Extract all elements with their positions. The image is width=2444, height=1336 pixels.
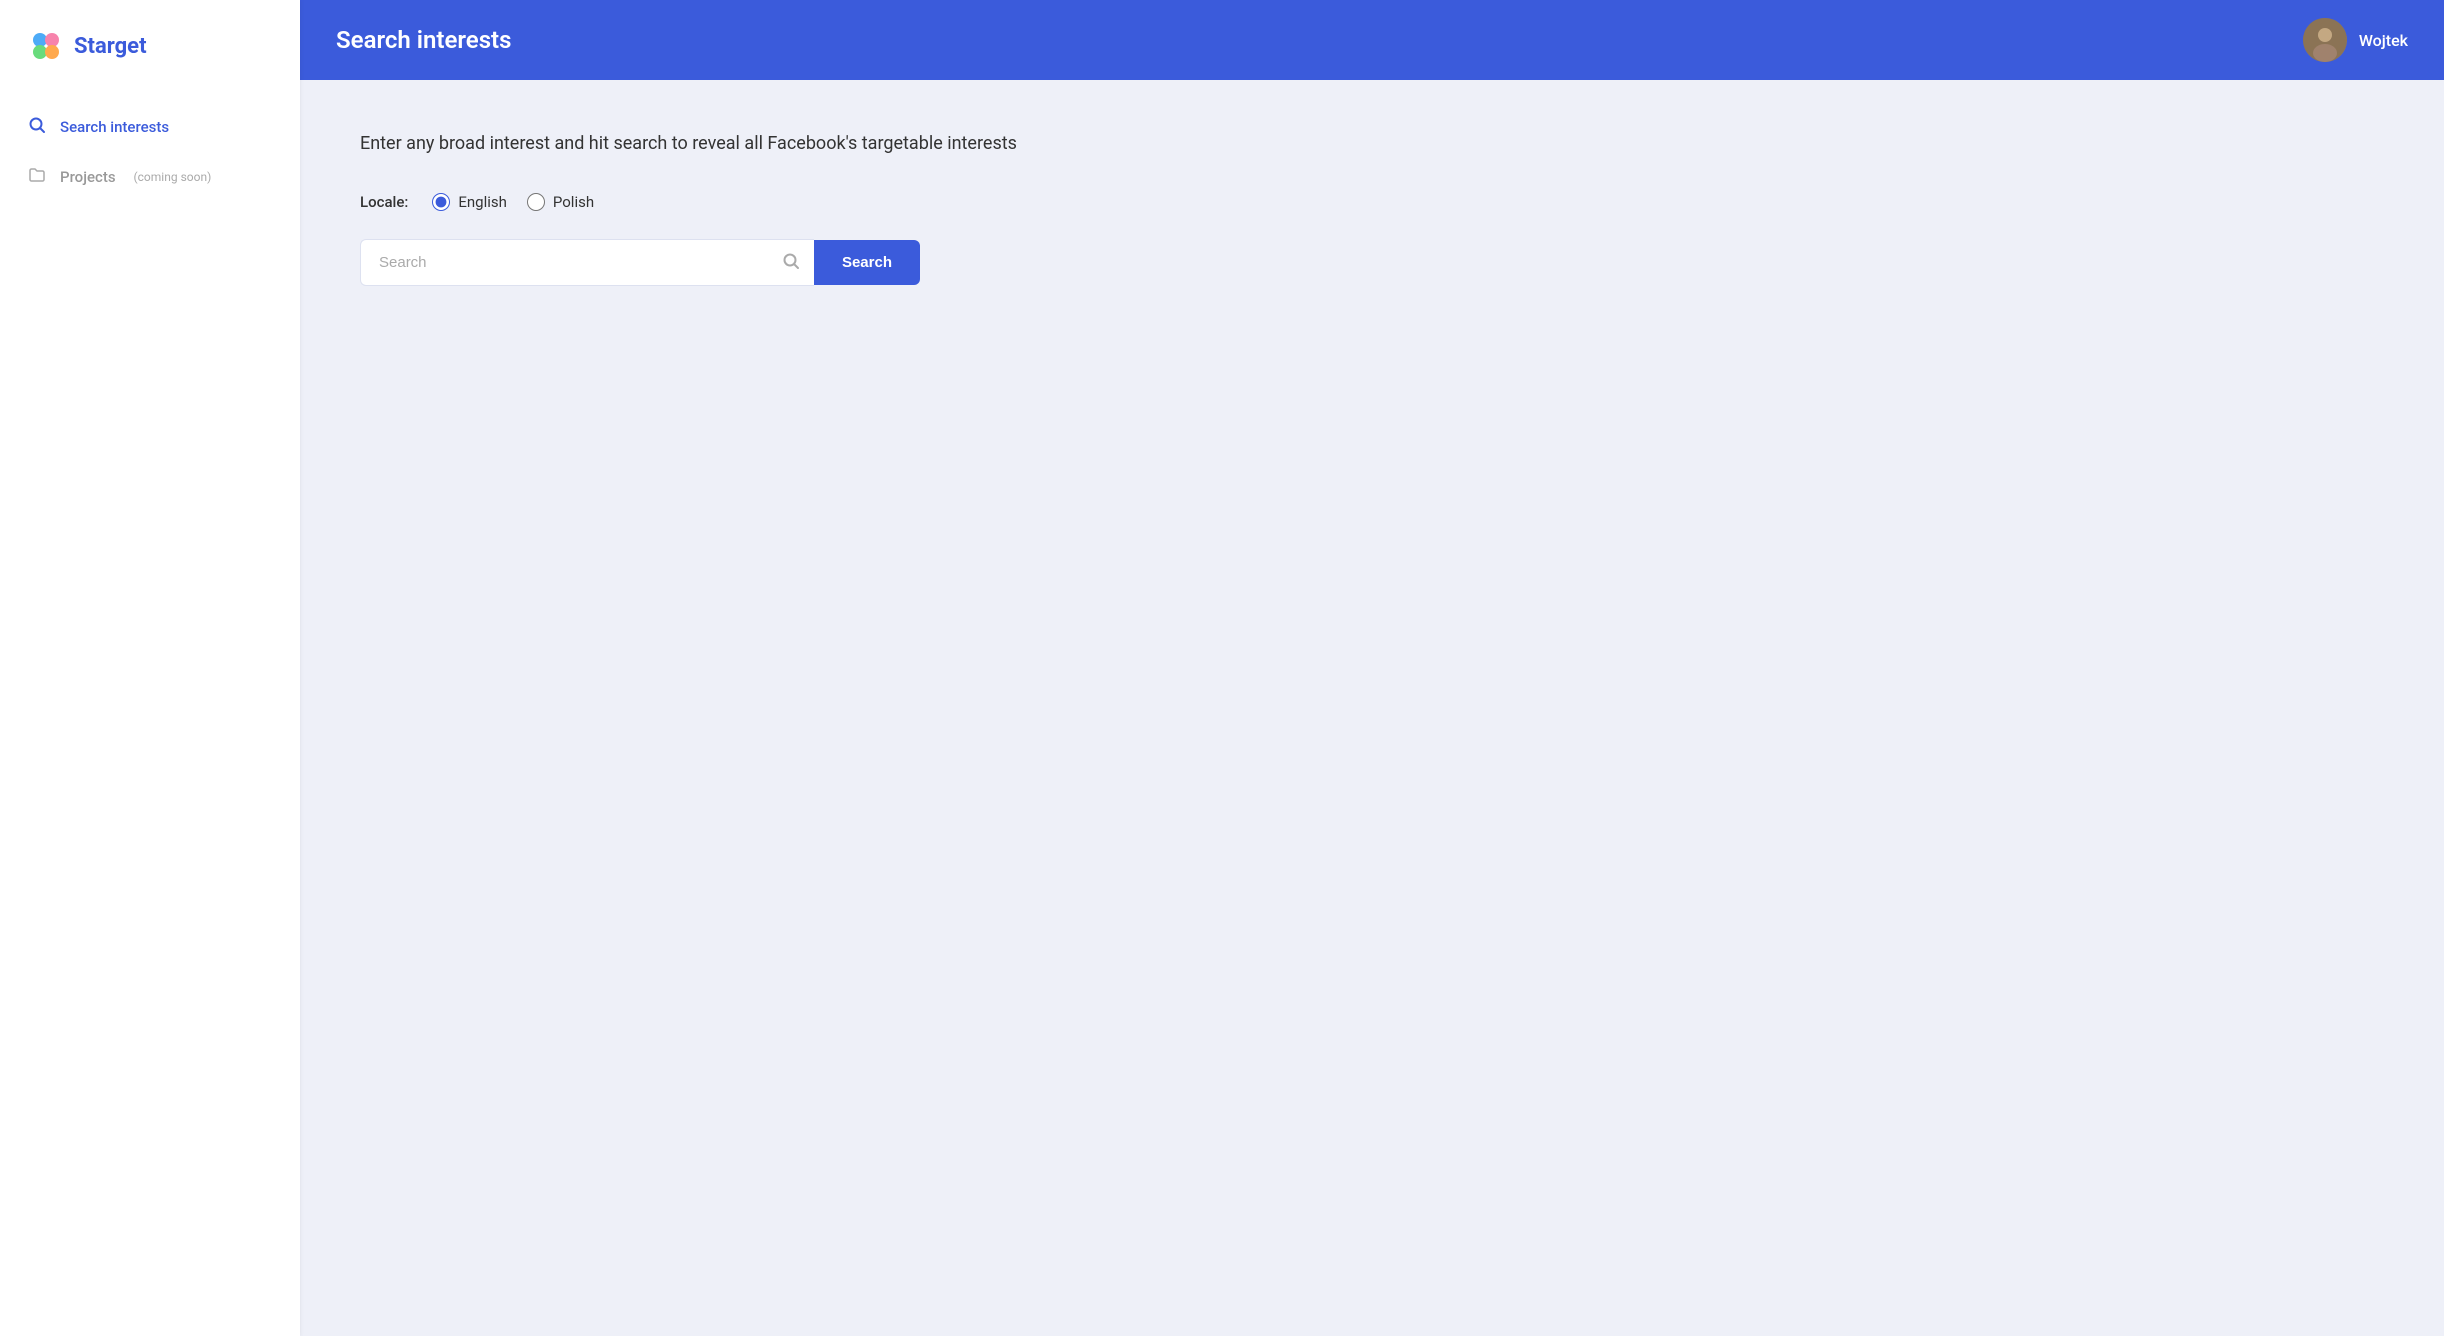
locale-radio-group: English Polish	[432, 193, 594, 211]
search-row: Search	[360, 239, 920, 286]
locale-row: Locale: English Polish	[360, 193, 2384, 211]
avatar	[2303, 18, 2347, 62]
username: Wojtek	[2359, 31, 2408, 50]
locale-polish-label: Polish	[553, 193, 594, 211]
user-info: Wojtek	[2303, 18, 2408, 62]
content-description: Enter any broad interest and hit search …	[360, 130, 2384, 157]
search-icon	[28, 116, 46, 138]
locale-english-label: English	[458, 193, 507, 211]
locale-english-radio[interactable]	[432, 193, 450, 211]
content-area: Enter any broad interest and hit search …	[300, 80, 2444, 1336]
search-input-wrapper	[360, 239, 814, 286]
page-title: Search interests	[336, 26, 511, 54]
logo-text: Starget	[74, 34, 147, 59]
locale-polish-option[interactable]: Polish	[527, 193, 594, 211]
locale-label: Locale:	[360, 193, 408, 211]
sidebar-item-projects-label: Projects	[60, 168, 116, 186]
coming-soon-label: (coming soon)	[134, 170, 212, 184]
sidebar-item-projects[interactable]: Projects (coming soon)	[0, 152, 300, 202]
search-button[interactable]: Search	[814, 240, 920, 285]
folder-icon	[28, 166, 46, 188]
sidebar: Starget Search interests Projects (comin…	[0, 0, 300, 1336]
header: Search interests Wojtek	[300, 0, 2444, 80]
logo-icon	[28, 28, 64, 64]
locale-english-option[interactable]: English	[432, 193, 507, 211]
main-content: Search interests Wojtek Enter any broad …	[300, 0, 2444, 1336]
logo: Starget	[0, 0, 300, 92]
sidebar-item-search-interests-label: Search interests	[60, 118, 169, 136]
sidebar-item-search-interests[interactable]: Search interests	[0, 102, 300, 152]
search-input[interactable]	[360, 239, 814, 286]
locale-polish-radio[interactable]	[527, 193, 545, 211]
sidebar-navigation: Search interests Projects (coming soon)	[0, 92, 300, 212]
